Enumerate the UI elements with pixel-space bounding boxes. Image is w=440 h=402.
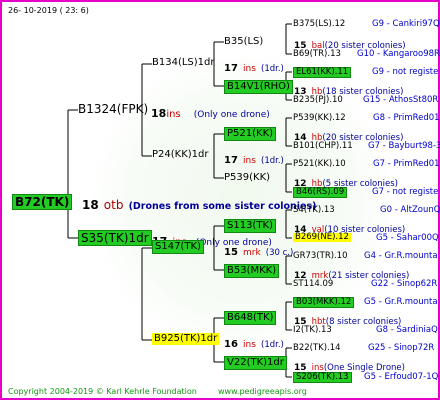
mm-insemination: 16 ins (1dr.) (224, 334, 284, 350)
g4-code: G4 - Gr.R.mounta (364, 251, 438, 261)
g4-code: G5 - Gr.R.mounta (364, 297, 438, 307)
g4-label: P521(KK).10 (293, 159, 346, 169)
g4-label: S206(TK).13 (293, 372, 352, 383)
fm-insemination: 17 ins (1dr.) (224, 150, 284, 166)
g4-code: G22 - Sinop62R (371, 279, 438, 289)
mm-label: B925(TK)1dr (152, 333, 220, 345)
g3-label: P539(KK) (224, 172, 271, 183)
mf-ins: mrk (243, 248, 261, 258)
g3-label: V22(TK)1dr (224, 356, 287, 370)
fm-label: P24(KK)1dr (152, 149, 209, 160)
g4-label: GR73(TR).10 (293, 251, 348, 261)
g4-label: I2(TK).13 (293, 325, 332, 335)
g4-code: G7 - Bayburt98-3 (368, 141, 440, 151)
g3-label: B35(LS) (224, 36, 264, 47)
g3-note-row: 15 ins(One Single Drone) (294, 357, 405, 373)
g4-label: B101(CHP).11 (293, 141, 353, 151)
g4-code: G8 - PrimRed01 (373, 113, 440, 123)
g4-label: B46(RS).09 (293, 187, 348, 198)
g4-code: G7 - PrimRed01 (373, 159, 440, 169)
ff-label: B134(LS)1dr (152, 57, 215, 68)
father-ins: ins (166, 109, 181, 120)
header-date: 26- 10-2019 ( 23: 6) (8, 6, 89, 15)
g4-label: B03(MKK).12 (293, 297, 355, 308)
g3-label: B648(TK) (224, 311, 277, 325)
ff-insemination: 17 ins (1dr.) (224, 58, 284, 74)
mf-label: S147(TK) (152, 240, 204, 254)
g4-code: G25 - Sinop72R (368, 343, 435, 353)
mother-label: S35(TK)1dr (78, 230, 152, 246)
mm-note: (1dr.) (261, 340, 284, 350)
ff-num: 17 (224, 63, 238, 74)
fm-ins: ins (243, 156, 256, 166)
g3-label: P521(KK) (224, 127, 277, 141)
g4-label: ST114.09 (293, 279, 334, 289)
g4-code: G5 - Erfoud07-1Q (364, 372, 439, 382)
fm-num: 17 (224, 155, 238, 166)
g4-code: G9 - not registe (372, 67, 439, 77)
g4-label: B235(PJ).10 (293, 95, 343, 105)
footer-url[interactable]: www.pedigreeapis.org (218, 388, 307, 396)
g3-label: S113(TK) (224, 219, 276, 233)
g4-label: B375(LS).12 (293, 19, 346, 29)
ff-ins: ins (243, 64, 256, 74)
g4-code: G10 - Kangaroo98R (357, 49, 440, 59)
g4-label: P539(KK).12 (293, 113, 346, 123)
g4-code: G8 - SardiniaQ (376, 325, 438, 335)
fm-note: (1dr.) (261, 156, 284, 166)
g4-label: B22(TK).14 (293, 343, 341, 353)
mf-note: (30 c.) (265, 248, 294, 258)
root-note: (Drones from some sister colonies) (128, 201, 317, 212)
g4-code: G15 - AthosSt80R (363, 95, 439, 105)
father-label: B1324(FPK) (78, 102, 149, 116)
root-insemination: 18 otb (Drones from some sister colonies… (82, 196, 317, 212)
g4-label: S4(TK).13 (293, 205, 335, 215)
father-note: (Only one drone) (193, 110, 270, 120)
g4-code: G7 - not registe (372, 187, 439, 197)
g4-label: EL61(KK).11 (293, 67, 352, 78)
g4-label: B269(NE).12 (293, 232, 351, 242)
g4-label: B69(TR).13 (293, 49, 341, 59)
g4-code: G9 - Cankiri97Q (372, 19, 440, 29)
father-insemination: 18ins (Only one drone) (151, 104, 270, 120)
root-label: B72(TK) (12, 194, 73, 210)
pedigree-frame: 26- 10-2019 ( 23: 6) B72(TK) 18 otb (Dro… (0, 0, 440, 400)
mm-ins: ins (243, 340, 256, 350)
mf-num: 15 (224, 247, 238, 258)
footer-copyright: Copyright 2004-2019 © Karl Kehrle Founda… (8, 387, 197, 396)
root-num: 18 (82, 198, 99, 212)
father-num: 18 (151, 107, 167, 120)
ff-note: (1dr.) (261, 64, 284, 74)
g3-label: B14V1(RHO) (224, 80, 293, 94)
root-ins: otb (103, 198, 124, 212)
g3-label: B53(MKK) (224, 264, 280, 278)
g4-code: G0 - AltZounQ (380, 205, 440, 215)
g4-code: G5 - Sahar00Q (376, 233, 439, 243)
mf-insemination: 15 mrk (30 c.) (224, 242, 293, 258)
mm-num: 16 (224, 339, 238, 350)
